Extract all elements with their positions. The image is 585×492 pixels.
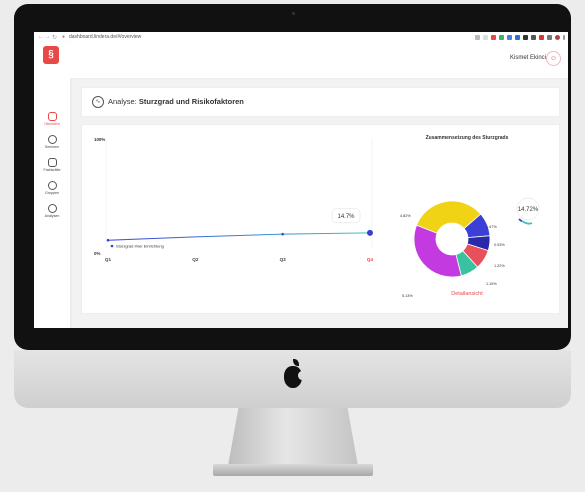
home-icon <box>47 112 57 121</box>
sidebar-item-senioren[interactable]: Senioren <box>34 135 70 149</box>
user-icon[interactable]: ☺ <box>546 51 561 66</box>
extension-dark-icon[interactable] <box>523 34 528 40</box>
puzzle-icon[interactable] <box>547 34 552 40</box>
series-line <box>107 232 371 241</box>
sidebar-item-label: Fachkräfte <box>43 168 61 172</box>
total-arc <box>521 220 533 225</box>
data-point <box>281 232 284 236</box>
imac-chin <box>14 350 571 408</box>
donut-slice <box>413 224 462 278</box>
lock-icon: ● <box>62 33 66 40</box>
camera-icon <box>291 12 295 15</box>
apple-logo-icon <box>283 359 306 388</box>
extension-green-icon[interactable] <box>499 34 504 40</box>
sidebar-item-label: Senioren <box>44 145 60 149</box>
reload-icon[interactable]: ↻ <box>51 34 58 41</box>
sidebar-item-label: Übersicht <box>44 122 60 126</box>
extension-blue-icon[interactable] <box>515 34 520 40</box>
page-title: Analyse: Sturzgrad und Risikofaktoren <box>108 97 244 106</box>
y-tick-label: 0% <box>94 251 100 256</box>
sidebar-item-analysen[interactable]: Analysen <box>34 204 70 218</box>
sidebar-item-gruppen[interactable]: Gruppen <box>34 181 70 195</box>
top-bar: Kismet Ekinci ☺ <box>70 42 568 79</box>
imac-stand-foot <box>213 464 373 476</box>
donut-chart-area: Zusammensetzung des Sturzgrads 4.82% 1.47… <box>382 125 568 313</box>
total-label: 14.72% <box>518 207 539 213</box>
extension-icons <box>475 34 565 40</box>
app: § Übersicht Senioren Fachkräfte Gruppen … <box>34 42 568 328</box>
imac-stand <box>228 408 358 466</box>
slice-label: 0.93% <box>494 243 505 247</box>
app-logo[interactable]: § <box>43 46 59 64</box>
back-icon[interactable]: ← <box>37 34 44 40</box>
caregiver-icon <box>47 158 57 167</box>
user-name[interactable]: Kismet Ekinci <box>510 55 546 61</box>
menu-icon[interactable] <box>563 34 565 40</box>
callout-label: 14.7% <box>337 214 355 220</box>
x-tick-label: Q1 <box>105 257 112 262</box>
y-tick-label: 100% <box>94 137 105 142</box>
address-bar[interactable]: dashboard.lindera.de/#/overview <box>69 34 141 40</box>
title-prefix: Analyse: <box>108 97 139 106</box>
data-point <box>106 238 110 242</box>
donut-chart: 4.82%1.47%0.93%1.22%1.15%5.13%14.72% <box>400 197 540 298</box>
detail-link[interactable]: Detailansicht <box>382 291 552 297</box>
title-bold: Sturzgrad und Risikofaktoren <box>138 97 244 106</box>
extension-red2-icon[interactable] <box>539 34 544 40</box>
pulse-icon: ∿ <box>92 96 104 108</box>
slice-label: 1.15% <box>486 282 497 286</box>
data-point <box>367 229 373 236</box>
analysis-card: 100% 0% Q1 Q2 Q3 Q4 14.7% Sturzgrad Ihrer Einri… <box>81 124 560 314</box>
analysis-icon <box>47 204 57 213</box>
people-icon <box>47 135 57 144</box>
extension-red-icon[interactable] <box>491 34 496 40</box>
sidebar-item-fachkraefte[interactable]: Fachkräfte <box>34 158 70 172</box>
profile-icon[interactable] <box>555 34 560 40</box>
analysis-header: ∿ Analyse: Sturzgrad und Risikofaktoren <box>81 87 560 117</box>
slice-label: 1.47% <box>486 225 497 229</box>
screen: ← → ↻ ● dashboard.lindera.de/#/overview … <box>34 32 568 328</box>
line-chart: 100% 0% Q1 Q2 Q3 Q4 14.7% Sturzgrad Ihrer Einri… <box>94 137 374 262</box>
forward-icon[interactable]: → <box>44 34 51 40</box>
extension-v-icon[interactable] <box>507 34 512 40</box>
x-tick-label: Q4 <box>367 257 374 262</box>
slice-label: 1.22% <box>494 264 505 268</box>
slice-label: 4.82% <box>400 214 411 218</box>
sidebar: § Übersicht Senioren Fachkräfte Gruppen … <box>34 42 70 328</box>
x-tick-label: Q3 <box>280 257 287 262</box>
legend-label: Sturzgrad Ihrer Einrichtung <box>116 244 164 249</box>
legend-marker <box>110 244 114 248</box>
sidebar-item-label: Gruppen <box>45 191 59 195</box>
star-icon[interactable] <box>483 34 488 40</box>
x-tick-label: Q2 <box>192 257 199 262</box>
total-arc <box>518 218 523 222</box>
sidebar-item-uebersicht[interactable]: Übersicht <box>34 112 70 126</box>
extension-gray-icon[interactable] <box>531 34 536 40</box>
sidebar-item-label: Analysen <box>44 214 60 218</box>
group-icon <box>47 181 57 190</box>
key-icon[interactable] <box>475 34 480 40</box>
